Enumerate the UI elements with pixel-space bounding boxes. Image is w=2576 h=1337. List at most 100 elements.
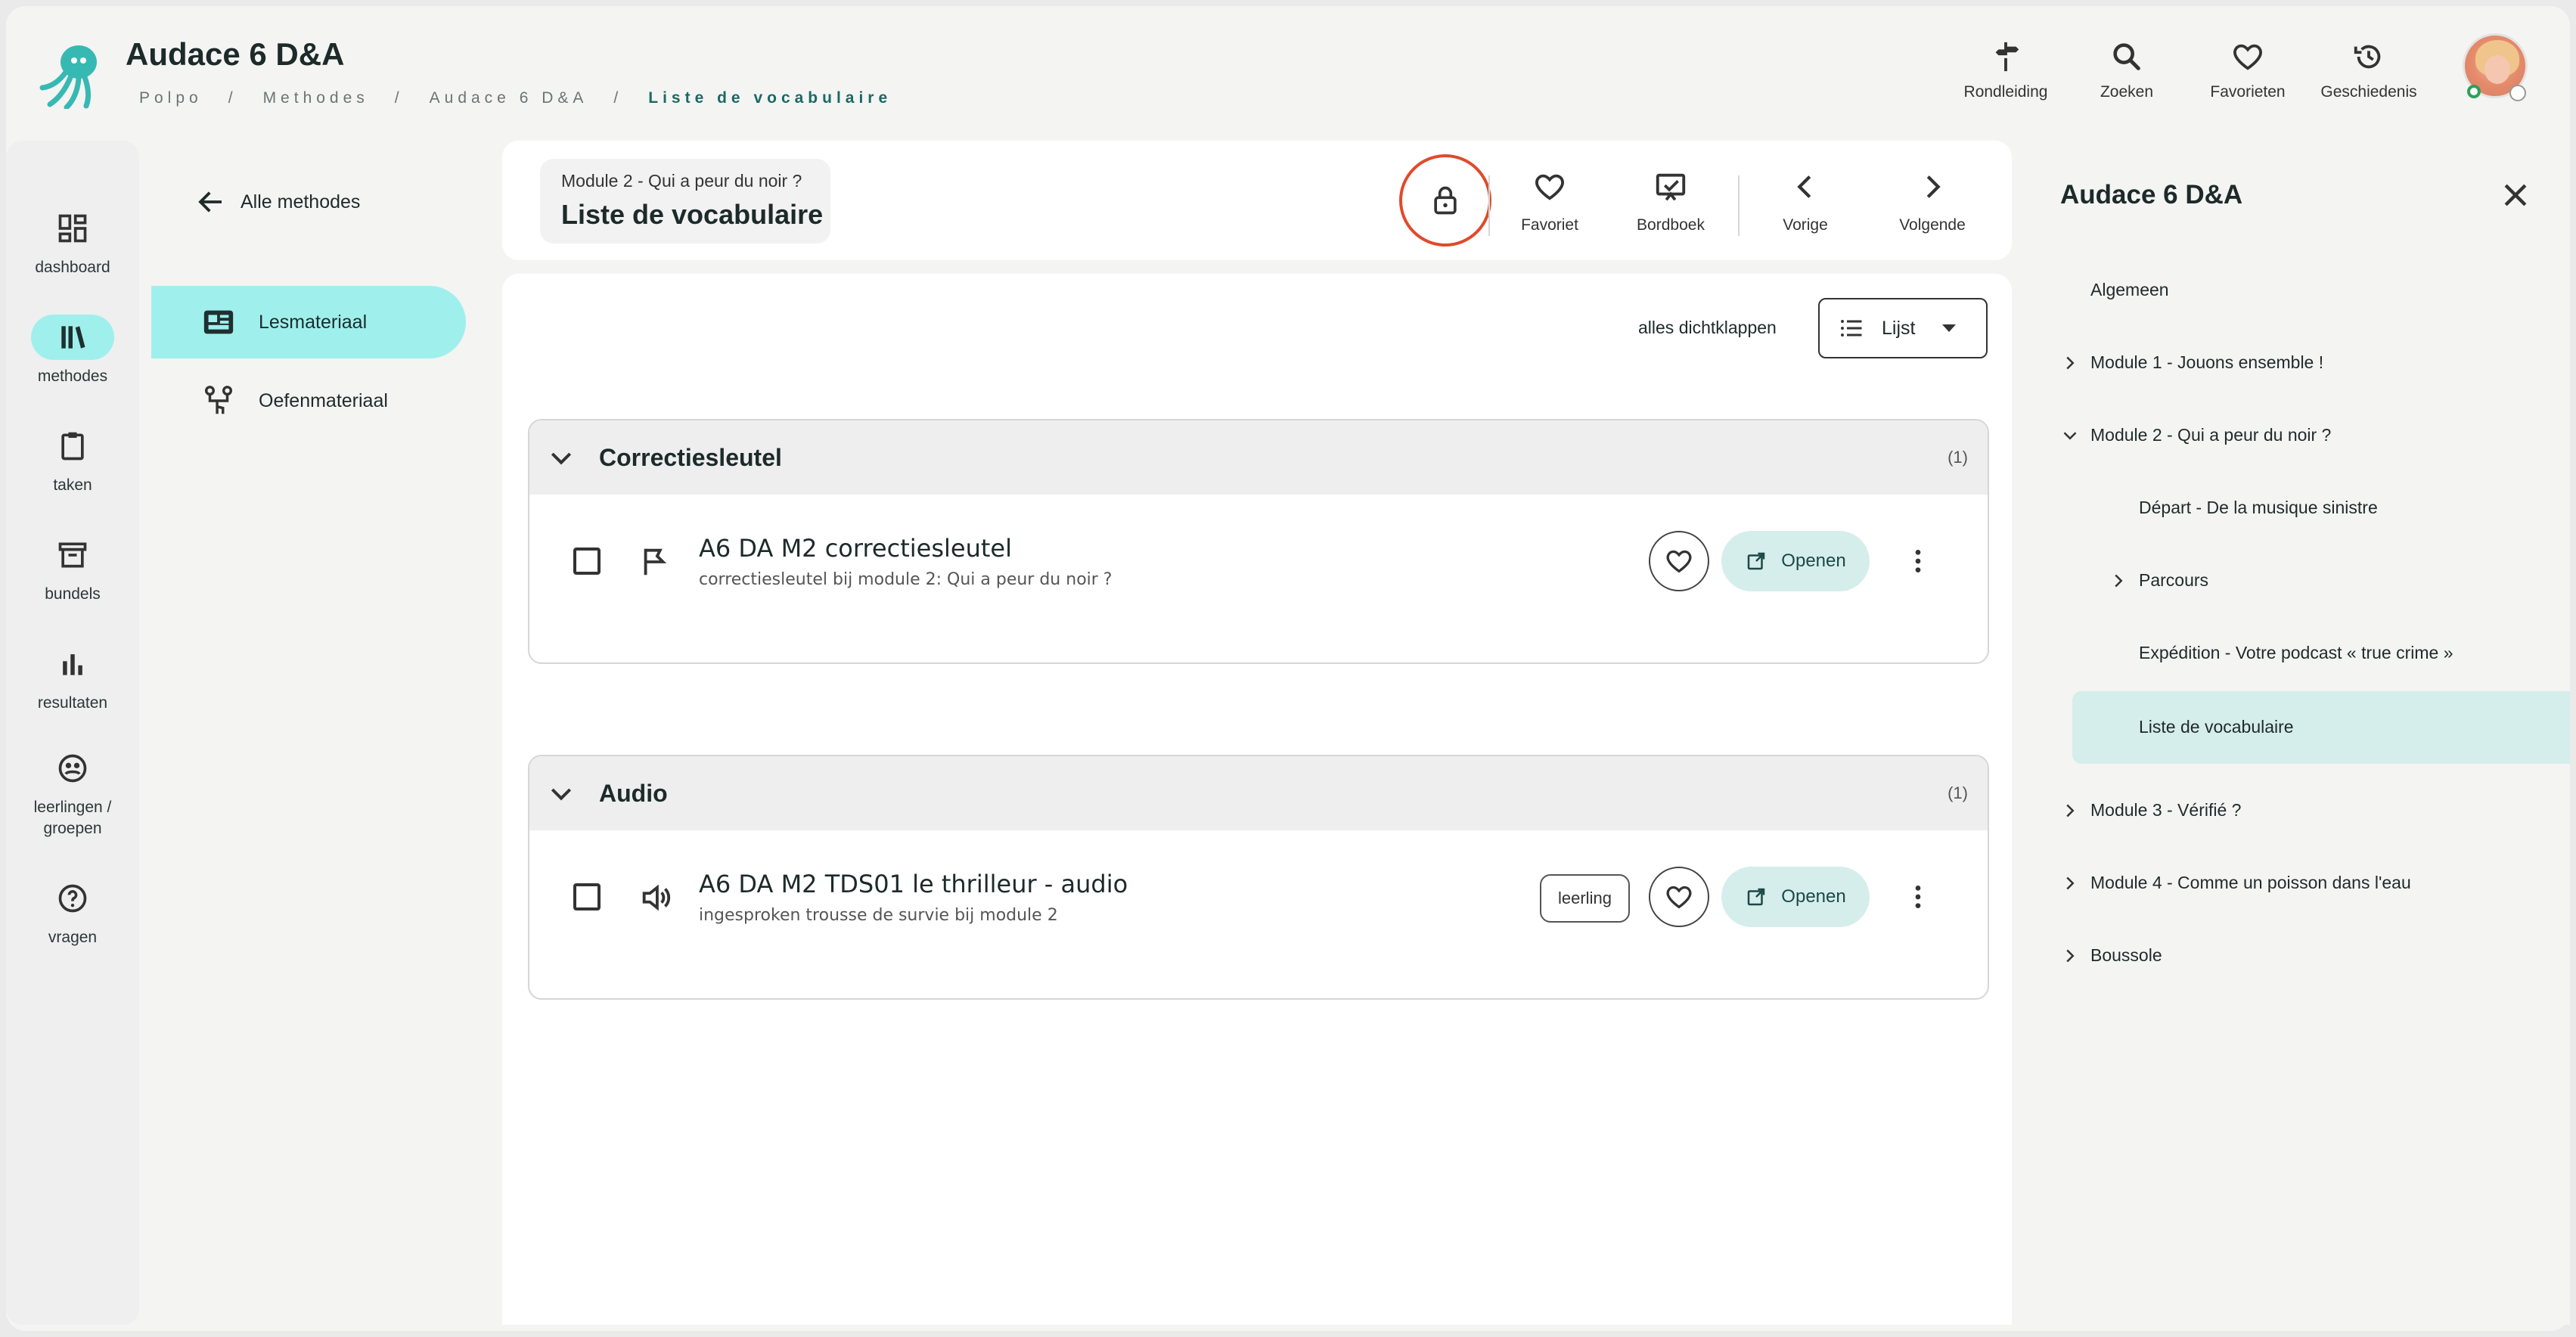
row-favorite-button[interactable] xyxy=(1649,867,1709,927)
search-label: Zoeken xyxy=(2100,83,2154,101)
tree-item-module-2[interactable]: Module 2 - Qui a peur du noir ? xyxy=(2063,425,2332,445)
favorite-button[interactable]: Favoriet xyxy=(1493,169,1606,234)
tree-item-module-3[interactable]: Module 3 - Vérifié ? xyxy=(2066,800,2241,821)
chevron-right-icon xyxy=(1926,175,1941,198)
chevron-right-icon[interactable] xyxy=(2059,945,2081,967)
octopus-logo-icon[interactable] xyxy=(33,41,106,109)
history-button[interactable]: Geschiedenis xyxy=(2308,39,2429,101)
search-button[interactable]: Zoeken xyxy=(2066,39,2187,101)
tree-item-parcours[interactable]: Parcours xyxy=(2115,570,2209,591)
chevron-right-icon[interactable] xyxy=(2059,799,2081,822)
chevron-down-icon[interactable] xyxy=(2059,424,2081,447)
nav-label: Oefenmateriaal xyxy=(259,389,388,411)
chevron-right-icon[interactable] xyxy=(2059,872,2081,895)
heart-icon xyxy=(1666,886,1692,909)
avatar-settings-icon[interactable] xyxy=(2509,85,2526,101)
back-all-methods[interactable]: Alle methodes xyxy=(195,186,360,218)
nav-item-oefenmateriaal[interactable]: Oefenmateriaal xyxy=(151,364,466,437)
board-icon xyxy=(1656,173,1686,201)
nav-label: Lesmateriaal xyxy=(259,311,368,333)
chevron-left-icon xyxy=(1797,175,1811,198)
view-select[interactable]: Lijst xyxy=(1818,298,1988,358)
row-open-button[interactable]: Openen xyxy=(1721,531,1870,591)
previous-button[interactable]: Vorige xyxy=(1749,169,1862,234)
tree-item-module-1[interactable]: Module 1 - Jouons ensemble ! xyxy=(2066,352,2323,373)
view-select-value: Lijst xyxy=(1882,317,1916,339)
tree-item-liste-de-vocabulaire[interactable]: Liste de vocabulaire xyxy=(2139,717,2294,737)
tree-item-depart[interactable]: Départ - De la musique sinistre xyxy=(2139,498,2378,518)
row-checkbox[interactable] xyxy=(573,548,601,575)
tree-label: Départ - De la musique sinistre xyxy=(2139,498,2378,517)
row-title[interactable]: A6 DA M2 correctiesleutel xyxy=(699,534,1012,563)
breadcrumb-separator: / xyxy=(228,89,237,107)
section-header[interactable]: Correctiesleutel (1) xyxy=(529,420,1988,495)
breadcrumb-methodes[interactable]: Methodes xyxy=(263,89,369,107)
heart-icon xyxy=(1535,174,1564,200)
tree-label: Boussole xyxy=(2090,945,2162,965)
next-button[interactable]: Volgende xyxy=(1876,169,1989,234)
online-status-icon xyxy=(2467,85,2481,98)
row-subtitle: ingesproken trousse de survie bij module… xyxy=(699,906,1058,925)
row-favorite-button[interactable] xyxy=(1649,531,1709,591)
history-icon xyxy=(2354,45,2381,69)
rail-item-vragen[interactable]: vragen xyxy=(6,876,139,947)
chevron-right-icon[interactable] xyxy=(2107,569,2130,592)
rail-label: dashboard xyxy=(35,259,110,276)
rail-item-methodes[interactable]: methodes xyxy=(6,315,139,386)
chevron-down-icon xyxy=(551,788,572,801)
rail-item-taken[interactable]: taken xyxy=(6,423,139,495)
collapse-all-button[interactable]: alles dichtklappen xyxy=(1638,318,1777,338)
rail-item-bundels[interactable]: bundels xyxy=(6,532,139,603)
dashboard-icon xyxy=(58,214,87,243)
rail-item-leerlingen[interactable]: leerlingen / groepen xyxy=(6,746,139,838)
close-icon[interactable] xyxy=(2499,178,2532,212)
more-vertical-icon[interactable] xyxy=(1903,879,1933,915)
rail-item-dashboard[interactable]: dashboard xyxy=(6,206,139,277)
tree-item-algemeen[interactable]: Algemeen xyxy=(2090,280,2169,300)
tour-button[interactable]: Rondleiding xyxy=(1945,39,2066,101)
tree-item-boussole[interactable]: Boussole xyxy=(2066,945,2162,966)
rail-label: leerlingen / xyxy=(33,799,112,816)
chevron-right-icon[interactable] xyxy=(2059,352,2081,374)
nav-item-lesmateriaal[interactable]: Lesmateriaal xyxy=(151,286,466,358)
tree-label: Algemeen xyxy=(2090,280,2169,299)
next-label: Volgende xyxy=(1899,216,1966,234)
page-title: Liste de vocabulaire xyxy=(561,199,824,230)
search-icon xyxy=(2113,43,2140,70)
flag-icon xyxy=(644,548,667,575)
tree-label: Liste de vocabulaire xyxy=(2139,717,2294,737)
board-book-button[interactable]: Bordboek xyxy=(1614,169,1727,234)
more-vertical-icon[interactable] xyxy=(1903,543,1933,579)
rail-item-resultaten[interactable]: resultaten xyxy=(6,641,139,712)
help-icon xyxy=(58,884,87,913)
left-rail: dashboard methodes taken bundels resulta… xyxy=(6,141,139,1325)
heart-icon xyxy=(1666,550,1692,573)
favorite-label: Favoriet xyxy=(1521,216,1578,234)
row-open-button[interactable]: Openen xyxy=(1721,867,1870,927)
external-link-icon xyxy=(1748,888,1765,906)
open-label: Openen xyxy=(1781,551,1846,571)
list-item: A6 DA M2 TDS01 le thrilleur - audio inge… xyxy=(529,830,1988,998)
tree-item-expedition[interactable]: Expédition - Votre podcast « true crime … xyxy=(2139,643,2453,663)
breadcrumb-polpo[interactable]: Polpo xyxy=(139,89,203,107)
breadcrumb-method[interactable]: Audace 6 D&A xyxy=(430,89,588,107)
tree-label: Module 2 - Qui a peur du noir ? xyxy=(2090,425,2332,445)
lesson-material-icon xyxy=(203,310,234,334)
tree-label: Module 4 - Comme un poisson dans l'eau xyxy=(2090,873,2411,892)
tree-label: Parcours xyxy=(2139,570,2209,590)
row-checkbox[interactable] xyxy=(573,883,601,910)
breadcrumb-separator: / xyxy=(394,89,404,107)
signpost-icon xyxy=(1995,42,2019,72)
board-book-label: Bordboek xyxy=(1637,216,1705,234)
speaker-icon xyxy=(642,884,671,911)
section-header[interactable]: Audio (1) xyxy=(529,756,1988,830)
toolbar-divider xyxy=(1738,175,1740,236)
lock-button[interactable] xyxy=(1399,154,1491,247)
row-title[interactable]: A6 DA M2 TDS01 le thrilleur - audio xyxy=(699,870,1128,898)
favorites-label: Favorieten xyxy=(2210,83,2286,101)
favorites-button[interactable]: Favorieten xyxy=(2187,39,2308,101)
tree-item-module-4[interactable]: Module 4 - Comme un poisson dans l'eau xyxy=(2066,873,2411,893)
rail-label-2: groepen xyxy=(43,820,102,837)
heart-icon xyxy=(2233,44,2262,70)
tour-label: Rondleiding xyxy=(1963,83,2048,101)
